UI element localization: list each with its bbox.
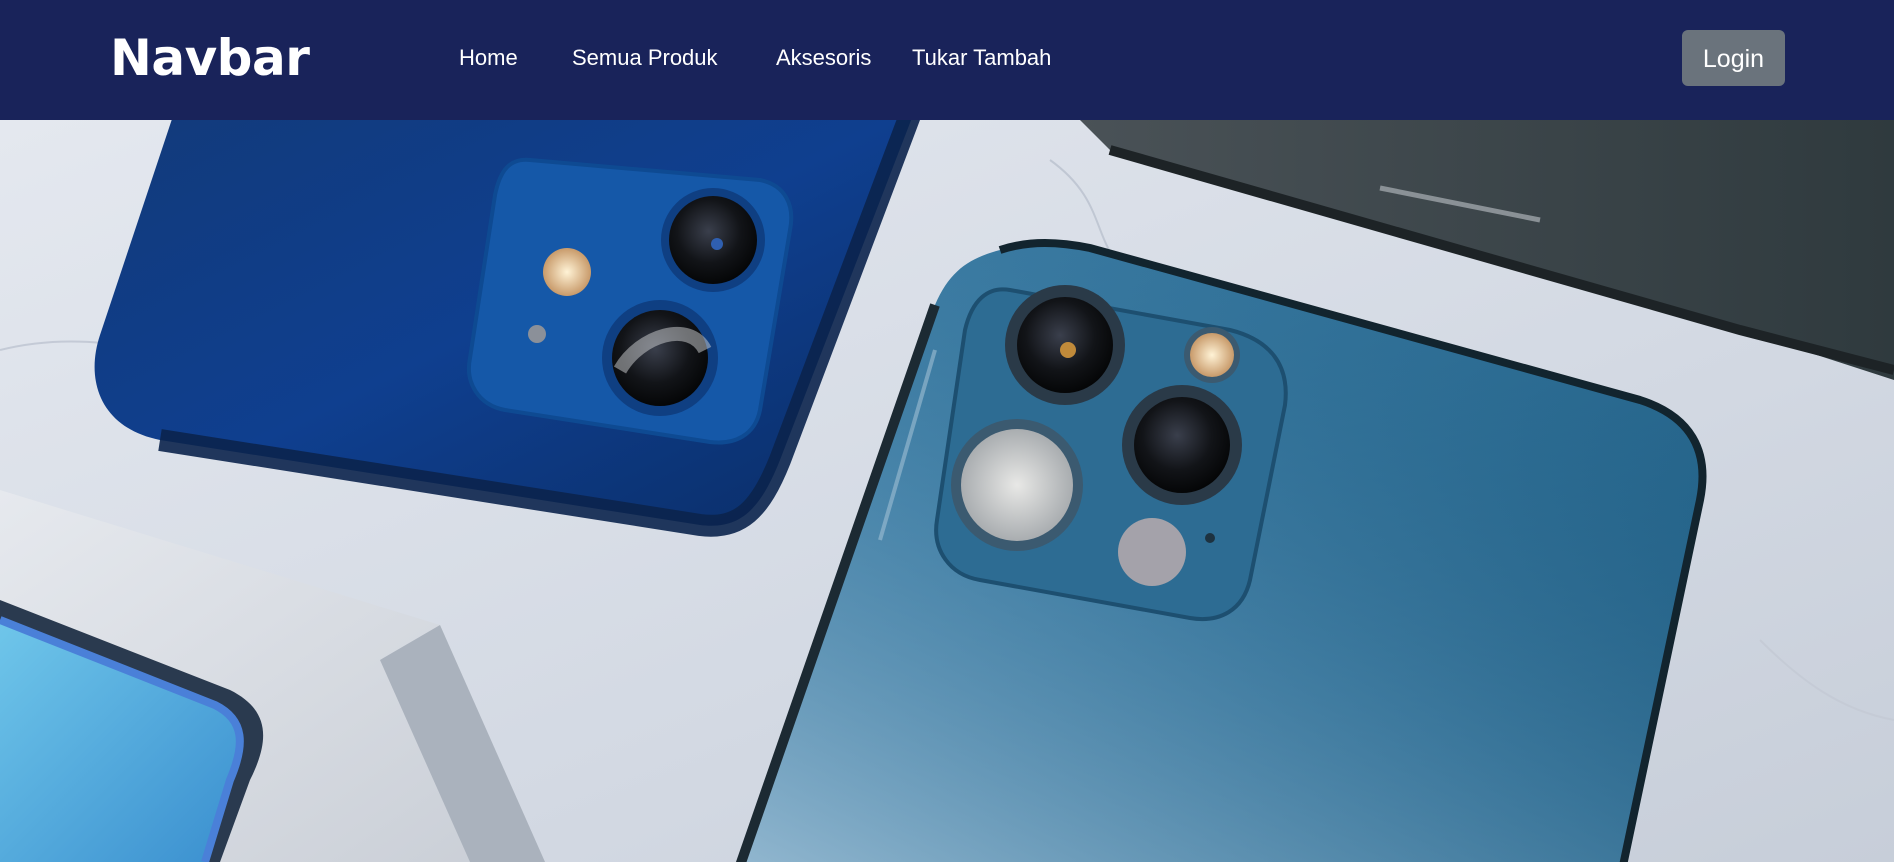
hero-photo — [0, 120, 1894, 862]
brand-logo[interactable]: Navbar — [110, 28, 310, 88]
nav-link-home[interactable]: Home — [459, 44, 518, 72]
hero-image — [0, 120, 1894, 862]
navbar: Navbar Home Semua Produk Aksesoris Tukar… — [0, 0, 1894, 120]
nav-link-semua-produk[interactable]: Semua Produk — [572, 44, 718, 72]
nav-link-tukar-tambah[interactable]: Tukar Tambah — [912, 44, 1051, 72]
nav-link-aksesoris[interactable]: Aksesoris — [776, 44, 871, 72]
login-button[interactable]: Login — [1682, 30, 1785, 86]
page: Navbar Home Semua Produk Aksesoris Tukar… — [0, 0, 1894, 862]
